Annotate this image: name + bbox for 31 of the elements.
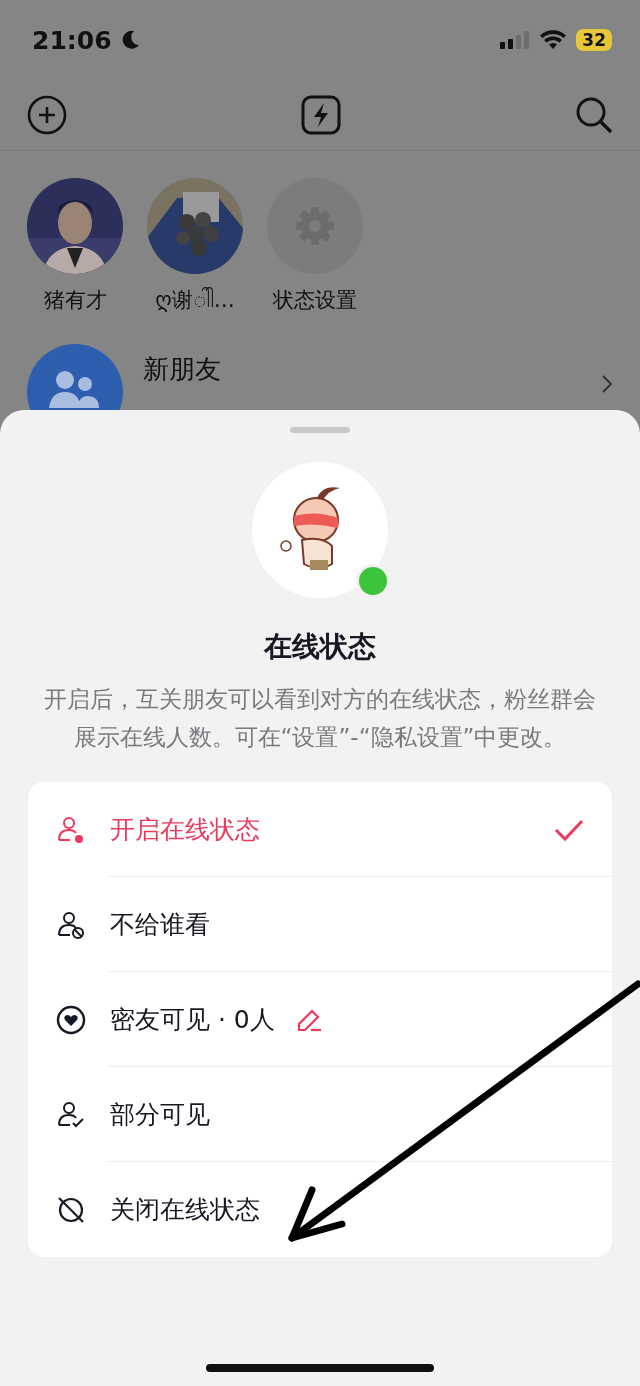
option-label: 部分可见 <box>110 1099 210 1131</box>
lightning-icon[interactable] <box>301 95 341 135</box>
offline-icon <box>56 1194 86 1225</box>
person-check-icon <box>56 1099 86 1130</box>
status-time: 21:06 <box>32 25 112 55</box>
add-icon[interactable] <box>26 94 68 136</box>
chevron-right-icon <box>601 374 613 394</box>
moon-icon <box>121 30 140 50</box>
option-label: 关闭在线状态 <box>110 1194 260 1226</box>
option-row[interactable]: 密友可见 · 0人 <box>28 972 612 1067</box>
wifi-icon <box>540 30 567 50</box>
contact-name[interactable]: 状态设置 <box>273 286 357 314</box>
contact-name[interactable]: 猪有才 <box>43 286 107 314</box>
sheet-description: 开启后，互关朋友可以看到对方的在线状态，粉丝群会展示在线人数。可在“设置”-“隐私设置”中更改。 <box>43 685 597 752</box>
sheet-title: 在线状态 <box>264 629 376 665</box>
person-icon <box>56 814 86 845</box>
option-row[interactable]: 关闭在线状态 <box>28 1162 612 1257</box>
drag-handle[interactable] <box>290 427 350 433</box>
person-blocked-icon <box>56 909 86 940</box>
search-icon[interactable] <box>574 95 614 135</box>
option-label: 密友可见 · 0人 <box>110 1004 275 1036</box>
row-title: 新朋友 <box>143 353 222 386</box>
option-label: 不给谁看 <box>110 909 210 941</box>
option-row[interactable]: 部分可见 <box>28 1067 612 1162</box>
option-label: 开启在线状态 <box>110 814 260 846</box>
option-row[interactable]: 不给谁看 <box>28 877 612 972</box>
contact-name[interactable]: ღ谢ါါ… <box>155 286 235 317</box>
checkmark-icon <box>554 817 584 842</box>
signal-icon <box>500 31 531 49</box>
battery-level: 32 <box>576 29 612 51</box>
option-row[interactable]: 开启在线状态 <box>28 782 612 877</box>
